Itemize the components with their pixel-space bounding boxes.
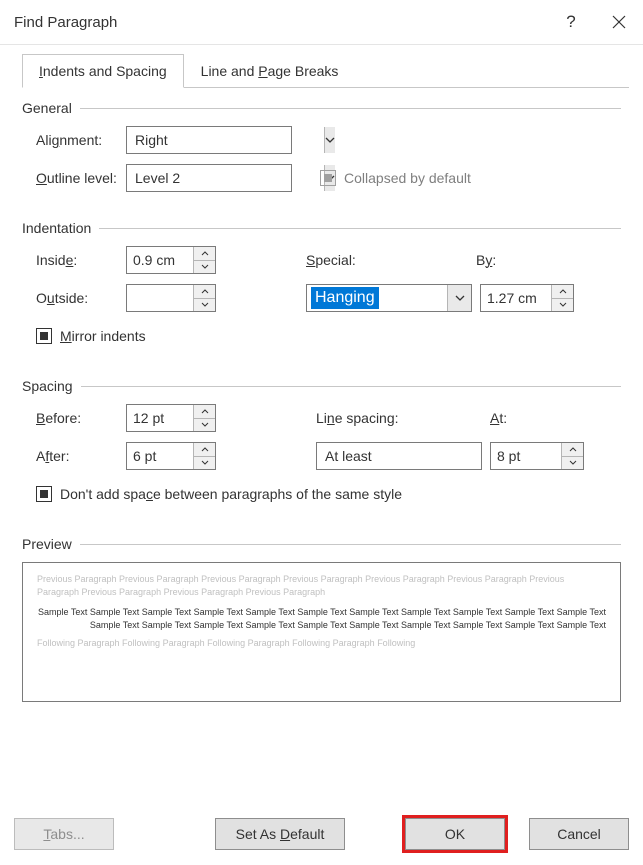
preview-sample: Sample Text Sample Text Sample Text Samp… [37,606,606,631]
close-icon [612,15,626,29]
spin-down-icon[interactable] [562,457,583,470]
by-value[interactable] [481,285,551,311]
group-title-preview: Preview [22,536,72,552]
collapsed-label: Collapsed by default [344,170,471,186]
collapsed-checkbox: Collapsed by default [320,170,471,186]
alignment-label: Alignment: [22,132,126,148]
spin-down-icon[interactable] [194,261,215,274]
by-spinner[interactable] [480,284,574,312]
outside-spinner[interactable] [126,284,216,312]
mirror-indents-checkbox[interactable]: Mirror indents [22,328,146,344]
preview-previous: Previous Paragraph Previous Paragraph Pr… [37,573,606,598]
spin-up-icon[interactable] [194,405,215,419]
after-value[interactable] [127,443,193,469]
at-value[interactable] [491,443,561,469]
spin-up-icon[interactable] [194,285,215,299]
spin-down-icon[interactable] [194,419,215,432]
after-label: After: [22,448,126,464]
tabs-button[interactable]: Tabs... [14,818,114,850]
before-value[interactable] [127,405,193,431]
before-label: Before: [22,410,126,426]
outline-combo[interactable] [126,164,292,192]
by-label: By: [476,252,546,268]
chevron-down-icon[interactable] [447,285,471,311]
cancel-button[interactable]: Cancel [529,818,629,850]
close-button[interactable] [595,0,643,44]
titlebar: Find Paragraph ? [0,0,643,44]
group-spacing: Spacing Before: Line spacing: At: After: [22,378,621,508]
spin-down-icon[interactable] [194,299,215,312]
outside-value[interactable] [127,285,193,311]
help-button[interactable]: ? [547,0,595,44]
spin-up-icon[interactable] [194,247,215,261]
tab-line-page-breaks[interactable]: Line and Page Breaks [184,54,356,88]
spin-up-icon[interactable] [552,285,573,299]
set-default-button[interactable]: Set As Default [215,818,345,850]
dialog-content: Indents and Spacing Line and Page Breaks… [0,45,643,702]
group-title-indentation: Indentation [22,220,91,236]
group-title-general: General [22,100,72,116]
alignment-value[interactable] [127,127,324,153]
dont-add-space-label: Don't add space between paragraphs of th… [60,486,402,502]
line-spacing-value[interactable] [317,443,514,469]
dialog-window: Find Paragraph ? Indents and Spacing Lin… [0,0,643,865]
tab-strip: Indents and Spacing Line and Page Breaks [22,53,629,88]
spin-down-icon[interactable] [194,457,215,470]
outside-label: Outside: [22,290,126,306]
outline-label: Outline level: [22,170,126,186]
spin-up-icon[interactable] [562,443,583,457]
spin-down-icon[interactable] [552,299,573,312]
inside-spinner[interactable] [126,246,216,274]
group-preview: Preview Previous Paragraph Previous Para… [22,536,621,702]
outline-value[interactable] [127,165,324,191]
ok-button[interactable]: OK [405,818,505,850]
preview-box: Previous Paragraph Previous Paragraph Pr… [22,562,621,702]
line-spacing-label: Line spacing: [316,410,482,426]
special-label: Special: [306,252,476,268]
before-spinner[interactable] [126,404,216,432]
alignment-combo[interactable] [126,126,292,154]
line-spacing-combo[interactable] [316,442,482,470]
tab-indents-spacing[interactable]: Indents and Spacing [22,54,184,88]
spin-up-icon[interactable] [194,443,215,457]
special-value: Hanging [311,287,379,309]
group-general: General Alignment: Outline level: [22,100,621,192]
special-combo[interactable]: Hanging [306,284,472,312]
after-spinner[interactable] [126,442,216,470]
group-title-spacing: Spacing [22,378,73,394]
chevron-down-icon[interactable] [324,127,335,153]
dont-add-space-checkbox[interactable]: Don't add space between paragraphs of th… [22,486,402,502]
dialog-title: Find Paragraph [14,14,547,31]
at-label: At: [490,410,507,426]
at-spinner[interactable] [490,442,584,470]
group-indentation: Indentation Inside: Special: By: Outside… [22,220,621,350]
inside-label: Inside: [22,252,126,268]
preview-following: Following Paragraph Following Paragraph … [37,637,606,650]
mirror-indents-label: Mirror indents [60,328,146,344]
inside-value[interactable] [127,247,193,273]
dialog-footer: Tabs... Set As Default OK Cancel [0,803,643,865]
